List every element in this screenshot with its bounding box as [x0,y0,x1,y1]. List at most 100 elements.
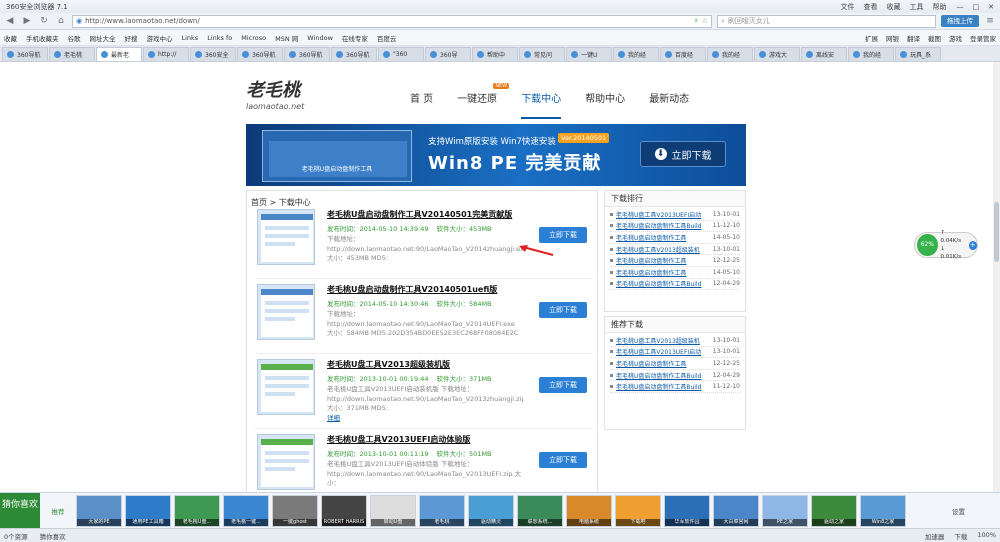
strip-tile[interactable]: 华军软件园 [664,494,710,527]
tab[interactable]: "360 [378,47,424,61]
promo-banner[interactable]: 老毛桃U盘启动盘制作工具 支持Wim原版安装 Win7快速安装 Ver.2014… [246,124,746,186]
strip-tile[interactable]: 一键ghost [272,494,318,527]
entry-download-button[interactable]: 立即下载 [539,452,587,468]
ranking-item[interactable]: 老毛桃U盘工具V2013超级装机 13-10-01 [610,244,740,256]
ranking-item-title[interactable]: 老毛桃U盘启动盘制作工具Build [616,279,711,288]
plus-icon[interactable]: + [968,240,977,250]
tab[interactable]: 玩具_系 [895,47,941,61]
nav-home[interactable]: 首 页 [410,90,433,119]
ranking-item[interactable]: 老毛桃U盘启动盘制作工具 14-05-10 [610,232,740,244]
tab[interactable]: 游戏大 [754,47,800,61]
entry-thumbnail[interactable] [257,359,315,415]
strip-tile[interactable]: 通用PE工具箱 [125,494,171,527]
refresh-icon[interactable]: ↻ [38,15,50,27]
status-download[interactable]: 下载 [954,531,967,541]
forward-icon[interactable]: ▶ [21,15,33,27]
recommend-item-title[interactable]: 老毛桃U盘工具V2013UEFI启动 [616,347,711,356]
star-icon[interactable]: ☆ [702,17,708,25]
tab[interactable]: 360导航 [2,47,48,61]
url-text[interactable]: http://www.laomaotao.net/down/ [85,17,200,25]
ranking-item-title[interactable]: 老毛桃U盘启动盘制作工具 [616,233,711,242]
recommend-item[interactable]: 老毛桃U盘工具V2013UEFI启动 13-10-01 [610,347,740,359]
strip-tile[interactable]: 大家的PE [76,494,122,527]
entry-thumbnail[interactable] [257,434,315,490]
ranking-item-title[interactable]: 老毛桃U盘启动盘制作工具 [616,256,711,265]
tab[interactable]: 一键U [566,47,612,61]
strip-tile[interactable]: 驱动之家 [811,494,857,527]
status-accelerator[interactable]: 加速器 [925,531,945,541]
banner-download-button[interactable]: ⬇ 立即下载 [640,141,726,167]
tab[interactable]: 360安全 [190,47,236,61]
nav-restore[interactable]: 一键还原 NEW [457,83,510,119]
tab[interactable]: 我的经 [613,47,659,61]
strip-tile[interactable]: ROBERT HARRIS [321,494,367,527]
entry-thumbnail[interactable] [257,209,315,265]
entry-title[interactable]: 老毛桃U盘工具V2013超级装机版 [327,359,450,370]
fav-item[interactable]: 游戏中心 [147,33,173,43]
strip-settings[interactable]: 设置 [952,506,965,516]
nav-help[interactable]: 帮助中心 [585,90,625,119]
tab[interactable]: 帮助中 [472,47,518,61]
strip-tile[interactable]: 老毛桃 [419,494,465,527]
entry-thumbnail[interactable] [257,284,315,340]
fav-item[interactable]: 好搜 [125,33,138,43]
entry-more-link[interactable]: 详细 [327,414,340,422]
home-icon[interactable]: ⌂ [55,15,67,27]
tab[interactable]: 我的经 [707,47,753,61]
tab[interactable]: 360导 [425,47,471,61]
recommend-item[interactable]: 老毛桃U盘工具V2013超级装机 13-10-01 [610,335,740,347]
ranking-item-title[interactable]: 老毛桃U盘启动盘制作工具 [616,268,711,277]
status-resources[interactable]: 0个资源 [4,531,28,541]
tab[interactable]: 离线安 [801,47,847,61]
fav-item[interactable]: Links [182,34,199,42]
fav-item[interactable]: Links fo [207,34,232,42]
ranking-item[interactable]: 老毛桃U盘工具V2013UEFI启动 13-10-01 [610,209,740,221]
entry-title[interactable]: 老毛桃U盘启动盘制作工具V20140501完美贡献版 [327,209,512,220]
network-speed-widget[interactable]: 62% ↑ 0.04K/s ↓ 0.01K/s + [914,230,978,260]
strip-tile[interactable]: 启动U盘 [370,494,416,527]
maximize-icon[interactable]: □ [973,3,980,11]
login-manager-button[interactable]: 登录管家 [970,33,996,43]
url-bar[interactable]: ◉ http://www.laomaotao.net/down/ ⚡ ☆ [72,14,712,28]
entry-download-button[interactable]: 立即下载 [539,302,587,318]
fav-item[interactable]: 百度云 [377,33,397,43]
menu-favorites[interactable]: 收藏 [887,2,901,12]
recommend-item-title[interactable]: 老毛桃U盘启动盘制作工具Build [616,371,711,380]
tab[interactable]: 360导航 [237,47,283,61]
search-box[interactable]: ⌕ 刷回嗳灭女儿 [717,14,936,28]
close-icon[interactable]: ✕ [988,3,994,11]
entry-download-button[interactable]: 立即下载 [539,227,587,243]
menu-icon[interactable]: ≡ [984,15,996,27]
ranking-item[interactable]: 老毛桃U盘启动盘制作工具 12-12-25 [610,255,740,267]
fav-item[interactable]: 网址大全 [90,33,116,43]
screenshot-button[interactable]: 截图 [928,33,941,43]
strip-tile[interactable]: 老毛桃一键... [223,494,269,527]
tab[interactable]: http:// [143,47,189,61]
ranking-item-title[interactable]: 老毛桃U盘启动盘制作工具Build [616,221,711,230]
strip-recommend[interactable]: 推荐 [40,506,76,516]
extensions-button[interactable]: 扩展 [865,33,878,43]
tab[interactable]: 常见问 [519,47,565,61]
recommend-item[interactable]: 老毛桃U盘启动盘制作工具 12-12-25 [610,358,740,370]
strip-tile[interactable]: 大白菜官网 [713,494,759,527]
site-logo[interactable]: 老毛桃 laomaotao.net [246,76,326,111]
ranking-item-title[interactable]: 老毛桃U盘工具V2013UEFI启动 [616,210,711,219]
ranking-item[interactable]: 老毛桃U盘启动盘制作工具 14-05-10 [610,267,740,279]
upload-button[interactable]: 拖拽上传 [941,15,979,27]
status-zoom[interactable]: 100% [977,531,996,541]
tab[interactable]: 我的经 [848,47,894,61]
strip-tile[interactable]: PE之家 [762,494,808,527]
menu-view[interactable]: 查看 [864,2,878,12]
fav-item[interactable]: Window [307,34,333,42]
search-input[interactable]: 刷回嗳灭女儿 [728,16,770,26]
strip-tile[interactable]: 老毛桃U盘... [174,494,220,527]
ranking-item-title[interactable]: 老毛桃U盘工具V2013超级装机 [616,245,711,254]
strip-tile[interactable]: 联想系统... [517,494,563,527]
tab[interactable]: 360导航 [331,47,377,61]
fav-item[interactable]: 手机收藏夹 [26,33,59,43]
status-guess[interactable]: 猜你喜欢 [40,531,66,541]
tab[interactable]: 老毛桃 [49,47,95,61]
menu-tools[interactable]: 工具 [910,2,924,12]
games-button[interactable]: 游戏 [949,33,962,43]
minimize-icon[interactable]: — [957,3,964,11]
